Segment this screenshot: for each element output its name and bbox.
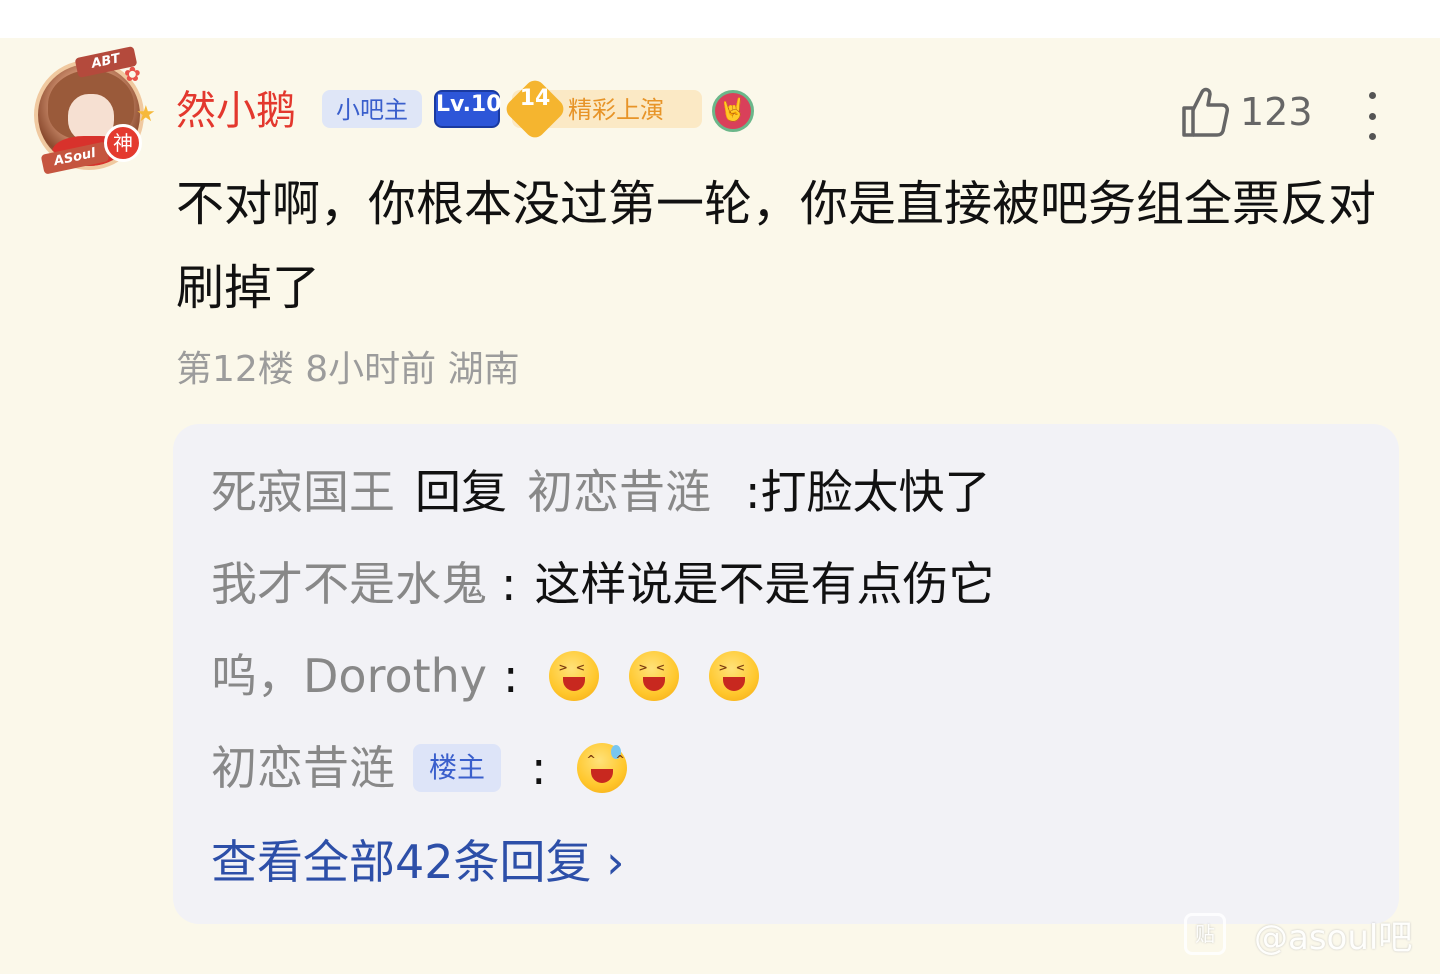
reply-colon: : bbox=[531, 741, 547, 795]
top-bar bbox=[0, 0, 1440, 38]
flower-icon: ✿ bbox=[124, 62, 141, 86]
tieba-logo-icon: 贴 bbox=[1184, 913, 1226, 955]
reply-text: 这样说是不是有点伤它 bbox=[534, 557, 995, 611]
watermark-text: @asoul吧 bbox=[1254, 917, 1413, 958]
reply-username[interactable]: 呜，Dorothy bbox=[211, 644, 487, 708]
event-badge-label: 精彩上演 bbox=[568, 96, 664, 124]
thumbs-up-icon bbox=[1182, 87, 1229, 137]
op-badge: 楼主 bbox=[413, 744, 502, 792]
reply-word: 回复 bbox=[415, 465, 507, 519]
reply-username[interactable]: 死寂国王 bbox=[211, 460, 395, 524]
like-button[interactable]: 123 bbox=[1180, 84, 1313, 140]
laughing-emoji-icon: >< bbox=[708, 651, 759, 701]
watermark: 贴 @asoul吧 bbox=[1184, 912, 1413, 958]
replies-panel: 死寂国王 回复 初恋昔涟 :打脸太快了 我才不是水鬼 : 这样说是不是有点伤它 … bbox=[173, 424, 1399, 924]
level-badge: Lv.10 bbox=[434, 90, 502, 128]
reply-text: :打脸太快了 bbox=[745, 465, 991, 519]
comment-text: 不对啊，你根本没过第一轮，你是直接被吧务组全票反对刷掉了 bbox=[176, 176, 1377, 316]
star-icon: ★ bbox=[136, 102, 156, 127]
username[interactable]: 然小鹅 bbox=[176, 86, 296, 136]
laughing-emoji-icon: >< bbox=[548, 651, 599, 701]
event-number-icon: 14 bbox=[502, 76, 568, 142]
more-options-icon[interactable] bbox=[1362, 92, 1382, 140]
reply-item[interactable]: 初恋昔涟 楼主 : ^ ^ bbox=[211, 736, 657, 800]
reply-item[interactable]: 我才不是水鬼 : 这样说是不是有点伤它 bbox=[211, 552, 995, 616]
event-badge[interactable]: 14 精彩上演 bbox=[502, 76, 702, 142]
comment-meta: 第12楼 8小时前 湖南 bbox=[176, 349, 520, 390]
god-badge: 神 bbox=[104, 124, 142, 162]
reply-item[interactable]: 死寂国王 回复 初恋昔涟 :打脸太快了 bbox=[211, 460, 991, 524]
view-all-replies-link[interactable]: 查看全部42条回复 › bbox=[211, 830, 625, 894]
admin-badge: 小吧主 bbox=[322, 90, 422, 128]
like-count: 123 bbox=[1240, 90, 1313, 134]
rock-hand-icon: 🤘 bbox=[712, 90, 754, 132]
sweat-grin-emoji-icon: ^ ^ bbox=[576, 743, 627, 793]
reply-username[interactable]: 初恋昔涟 bbox=[211, 736, 395, 800]
laughing-emoji-icon: >< bbox=[628, 651, 679, 701]
reply-colon: : bbox=[503, 649, 519, 703]
user-avatar[interactable]: ABT ASoul ✿ ★ 神 bbox=[28, 45, 156, 180]
reply-target-username[interactable]: 初恋昔涟 bbox=[527, 460, 711, 524]
reply-username[interactable]: 我才不是水鬼 bbox=[211, 552, 487, 616]
reply-colon: : bbox=[501, 557, 517, 611]
reply-item[interactable]: 呜，Dorothy : >< >< >< bbox=[211, 644, 789, 708]
